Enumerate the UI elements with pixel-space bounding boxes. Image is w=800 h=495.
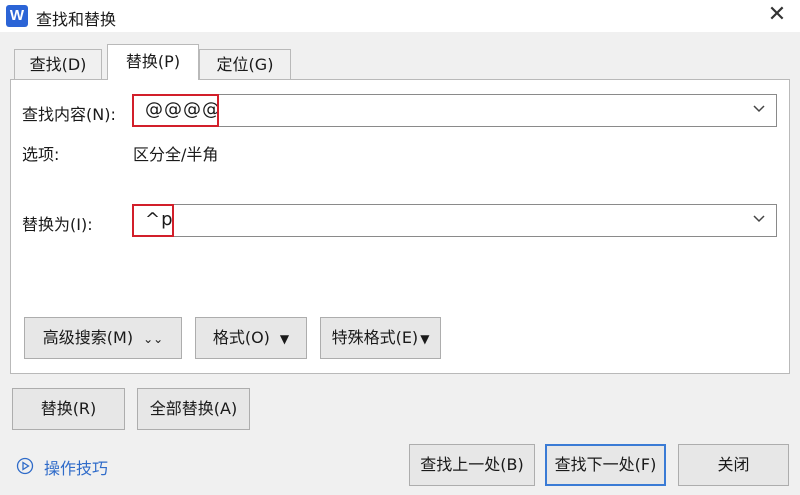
tab-replace[interactable]: 替换(P) bbox=[107, 44, 199, 80]
special-format-label: 特殊格式(E) bbox=[331, 328, 419, 347]
close-button[interactable]: 关闭 bbox=[678, 444, 789, 486]
format-button[interactable]: 格式(O) ▼ bbox=[195, 317, 307, 359]
find-label: 查找内容(N): bbox=[22, 105, 116, 124]
window-title: 查找和替换 bbox=[36, 10, 117, 29]
title-bar: W 查找和替换 ✕ bbox=[0, 0, 800, 32]
replace-combobox[interactable]: ^p bbox=[132, 204, 777, 237]
tab-goto[interactable]: 定位(G) bbox=[199, 49, 291, 79]
caret-down-icon: ▼ bbox=[420, 331, 430, 346]
chevron-down-icon[interactable] bbox=[752, 211, 766, 225]
find-next-button[interactable]: 查找下一处(F) bbox=[545, 444, 666, 486]
caret-down-icon: ▼ bbox=[279, 331, 290, 346]
tips-link[interactable]: 操作技巧 bbox=[44, 455, 108, 479]
tab-find[interactable]: 查找(D) bbox=[14, 49, 102, 79]
options-value: 区分全/半角 bbox=[133, 145, 219, 164]
replace-label: 替换为(I): bbox=[22, 215, 93, 234]
special-format-button[interactable]: 特殊格式(E) ▼ bbox=[320, 317, 441, 359]
close-icon[interactable]: ✕ bbox=[764, 2, 790, 28]
options-label: 选项: bbox=[22, 145, 60, 164]
find-previous-button[interactable]: 查找上一处(B) bbox=[409, 444, 535, 486]
double-chevron-down-icon: ⌄⌄ bbox=[143, 331, 164, 346]
find-highlight-box bbox=[132, 94, 219, 127]
replace-all-button[interactable]: 全部替换(A) bbox=[137, 388, 250, 430]
replace-highlight-box bbox=[132, 204, 174, 237]
find-combobox[interactable]: @@@@ bbox=[132, 94, 777, 127]
replace-button[interactable]: 替换(R) bbox=[12, 388, 125, 430]
play-circle-icon[interactable] bbox=[16, 457, 34, 475]
advanced-search-button[interactable]: 高级搜索(M) ⌄⌄ bbox=[24, 317, 182, 359]
format-label: 格式(O) bbox=[212, 328, 270, 347]
wps-writer-icon: W bbox=[6, 5, 28, 27]
chevron-down-icon[interactable] bbox=[752, 101, 766, 115]
advanced-search-label: 高级搜索(M) bbox=[42, 328, 134, 347]
